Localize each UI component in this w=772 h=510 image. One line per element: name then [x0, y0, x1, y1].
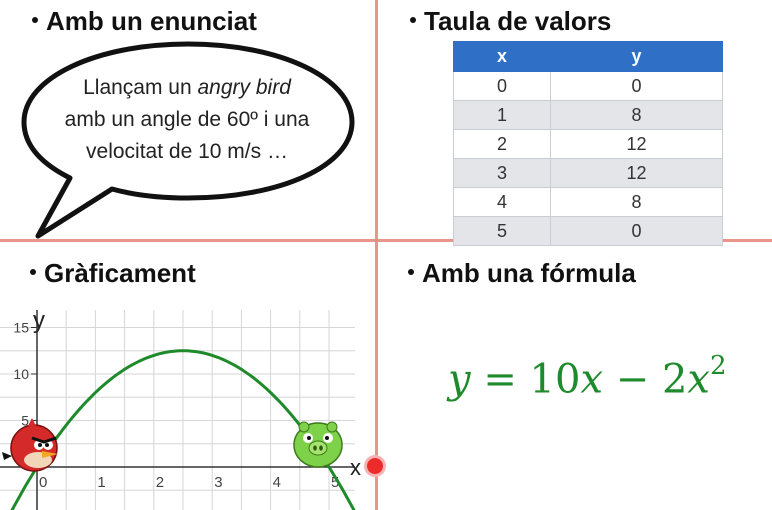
- y-tick-label: 15: [13, 320, 29, 336]
- heading-formula: Amb una fórmula: [408, 258, 636, 288]
- y-tick-label: 10: [13, 366, 29, 382]
- column-header-y: y: [550, 41, 723, 72]
- red-bird-icon: [2, 418, 58, 472]
- bubble-text: Llançam un angry bird amb un angle de 60…: [64, 76, 310, 163]
- vertical-divider: [375, 0, 378, 510]
- x-tick-label: 3: [214, 474, 222, 491]
- table-row: 3 12: [452, 158, 723, 188]
- formula: y = 10x − 2x2: [448, 351, 727, 403]
- values-table: x y 00 18 2 12 3 12 48 50: [452, 41, 723, 246]
- table-row: 00: [452, 71, 723, 101]
- chart-grid: [0, 310, 355, 510]
- table-row: 48: [452, 187, 723, 217]
- x-tick-label: 0: [39, 474, 47, 491]
- x-tick-label: 1: [97, 474, 105, 491]
- x-tick-label: 2: [156, 474, 164, 491]
- chart-axes: [0, 310, 355, 510]
- y-axis-label: y: [33, 307, 45, 334]
- table-row: 18: [452, 100, 723, 130]
- x-tick-label: 4: [273, 474, 281, 491]
- table-header-row: x y: [452, 41, 723, 72]
- green-pig-icon: [293, 421, 343, 468]
- heading-graph: Gràficament: [30, 258, 196, 288]
- x-axis-label: x: [350, 455, 361, 480]
- heading-table: Taula de valors: [410, 6, 611, 36]
- table-row: 2 12: [452, 129, 723, 159]
- table-row: 50: [452, 216, 723, 246]
- chart-tick-labels: 0 1 2 3 4 551015: [13, 320, 339, 492]
- column-header-x: x: [452, 41, 552, 72]
- parabola-chart: 0 1 2 3 4 551015 y x: [0, 307, 361, 510]
